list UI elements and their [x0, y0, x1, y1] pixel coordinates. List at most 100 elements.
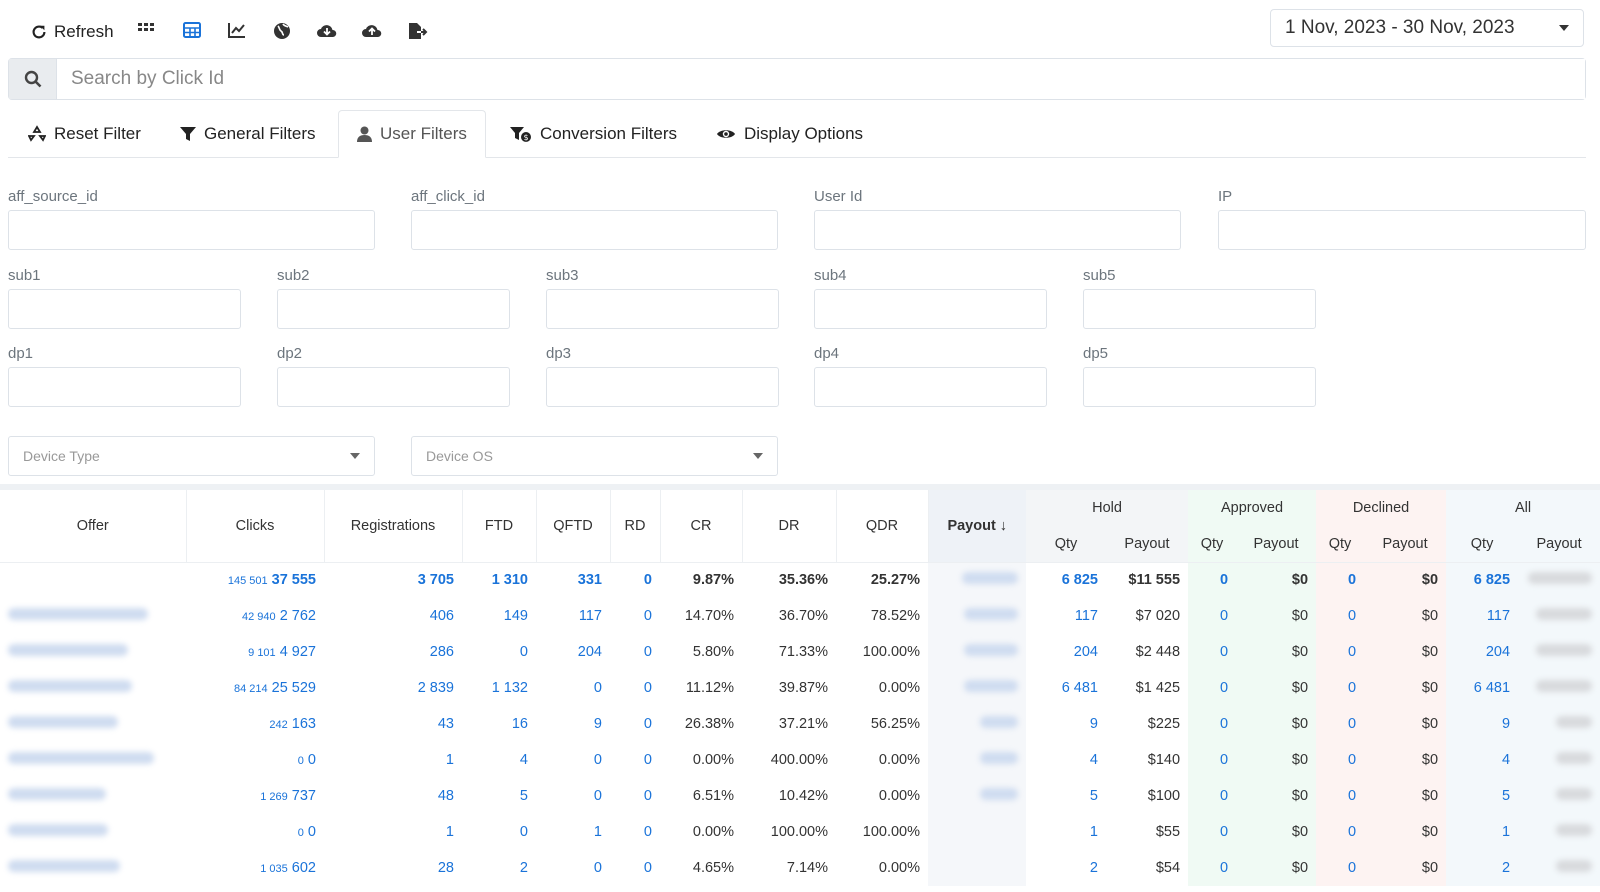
rd-cell[interactable]: 0 [610, 706, 660, 742]
tab-user-filters[interactable]: User Filters [338, 110, 486, 158]
dp2-field[interactable] [277, 367, 510, 407]
approved-qty-cell[interactable]: 0 [1188, 634, 1237, 670]
ftd-cell[interactable]: 2 [462, 850, 536, 886]
sub5-field[interactable] [1083, 289, 1316, 329]
col-hold-qty[interactable]: Qty [1026, 526, 1106, 562]
approved-qty-cell[interactable]: 0 [1188, 706, 1237, 742]
user-id-field[interactable] [814, 210, 1181, 250]
dp1-field[interactable] [8, 367, 241, 407]
approved-qty-cell[interactable]: 0 [1188, 850, 1237, 886]
qftd-cell[interactable]: 0 [536, 850, 610, 886]
all-qty-cell[interactable]: 6 825 [1446, 562, 1519, 598]
col-approved-payout[interactable]: Payout [1236, 526, 1317, 562]
hold-qty-cell[interactable]: 6 481 [1026, 670, 1106, 706]
approved-qty-cell[interactable]: 0 [1188, 778, 1237, 814]
all-qty-cell[interactable]: 4 [1446, 742, 1519, 778]
qftd-cell[interactable]: 0 [536, 742, 610, 778]
download-button[interactable] [316, 22, 338, 38]
qftd-cell[interactable]: 331 [536, 562, 610, 598]
qftd-cell[interactable]: 0 [536, 778, 610, 814]
col-registrations[interactable]: Registrations [324, 490, 463, 562]
registrations-cell[interactable]: 406 [324, 598, 462, 634]
hold-qty-cell[interactable]: 1 [1026, 814, 1106, 850]
registrations-cell[interactable]: 2 839 [324, 670, 462, 706]
hold-qty-cell[interactable]: 117 [1026, 598, 1106, 634]
rd-cell[interactable]: 0 [610, 634, 660, 670]
registrations-cell[interactable]: 1 [324, 742, 462, 778]
ftd-cell[interactable]: 0 [462, 634, 536, 670]
approved-qty-cell[interactable]: 0 [1188, 814, 1237, 850]
rd-cell[interactable]: 0 [610, 850, 660, 886]
tab-conversion-filters[interactable]: $ Conversion Filters [492, 110, 695, 158]
qftd-cell[interactable]: 9 [536, 706, 610, 742]
approved-qty-cell[interactable]: 0 [1188, 562, 1237, 598]
sub2-field[interactable] [277, 289, 510, 329]
geo-view-button[interactable] [273, 22, 291, 40]
col-qftd[interactable]: QFTD [536, 490, 611, 562]
aff-click-id-field[interactable] [411, 210, 778, 250]
all-qty-cell[interactable]: 5 [1446, 778, 1519, 814]
ftd-cell[interactable]: 1 310 [462, 562, 536, 598]
aff-source-id-field[interactable] [8, 210, 375, 250]
all-qty-cell[interactable]: 1 [1446, 814, 1519, 850]
rd-cell[interactable]: 0 [610, 670, 660, 706]
declined-qty-cell[interactable]: 0 [1316, 778, 1365, 814]
qftd-cell[interactable]: 117 [536, 598, 610, 634]
registrations-cell[interactable]: 3 705 [324, 562, 462, 598]
rd-cell[interactable]: 0 [610, 598, 660, 634]
offer-cell[interactable] [0, 814, 186, 850]
hold-qty-cell[interactable]: 5 [1026, 778, 1106, 814]
declined-qty-cell[interactable]: 0 [1316, 706, 1365, 742]
dp5-field[interactable] [1083, 367, 1316, 407]
offer-cell[interactable] [0, 598, 186, 634]
col-ftd[interactable]: FTD [462, 490, 537, 562]
clicks-cell[interactable]: 84 214 25 529 [186, 670, 324, 706]
ftd-cell[interactable]: 5 [462, 778, 536, 814]
qftd-cell[interactable]: 204 [536, 634, 610, 670]
qftd-cell[interactable]: 1 [536, 814, 610, 850]
col-payout-sorted[interactable]: Payout ↓ [928, 490, 1026, 562]
approved-qty-cell[interactable]: 0 [1188, 670, 1237, 706]
all-qty-cell[interactable]: 6 481 [1446, 670, 1519, 706]
refresh-button[interactable]: Refresh [30, 22, 114, 42]
clicks-cell[interactable]: 0 0 [186, 742, 324, 778]
ftd-cell[interactable]: 4 [462, 742, 536, 778]
rd-cell[interactable]: 0 [610, 814, 660, 850]
declined-qty-cell[interactable]: 0 [1316, 670, 1365, 706]
hold-qty-cell[interactable]: 204 [1026, 634, 1106, 670]
clicks-cell[interactable]: 42 940 2 762 [186, 598, 324, 634]
ftd-cell[interactable]: 149 [462, 598, 536, 634]
hold-qty-cell[interactable]: 2 [1026, 850, 1106, 886]
clicks-cell[interactable]: 242 163 [186, 706, 324, 742]
registrations-cell[interactable]: 43 [324, 706, 462, 742]
export-button[interactable] [408, 22, 428, 40]
sub1-field[interactable] [8, 289, 241, 329]
rd-cell[interactable]: 0 [610, 742, 660, 778]
rd-cell[interactable]: 0 [610, 778, 660, 814]
col-qdr[interactable]: QDR [836, 490, 929, 562]
offer-cell[interactable] [0, 778, 186, 814]
search-button[interactable] [9, 59, 57, 99]
col-clicks[interactable]: Clicks [186, 490, 325, 562]
hold-qty-cell[interactable]: 6 825 [1026, 562, 1106, 598]
approved-qty-cell[interactable]: 0 [1188, 598, 1237, 634]
clicks-cell[interactable]: 145 501 37 555 [186, 562, 324, 598]
chart-view-button[interactable] [228, 22, 246, 38]
col-approved-qty[interactable]: Qty [1188, 526, 1237, 562]
col-all-qty[interactable]: Qty [1446, 526, 1519, 562]
offer-cell[interactable] [0, 670, 186, 706]
dp3-field[interactable] [546, 367, 779, 407]
sub4-field[interactable] [814, 289, 1047, 329]
device-os-select[interactable]: Device OS [411, 436, 778, 476]
declined-qty-cell[interactable]: 0 [1316, 598, 1365, 634]
col-offer[interactable]: Offer [0, 490, 187, 562]
qftd-cell[interactable]: 0 [536, 670, 610, 706]
col-declined-qty[interactable]: Qty [1316, 526, 1365, 562]
tab-display-options[interactable]: Display Options [698, 110, 881, 158]
declined-qty-cell[interactable]: 0 [1316, 742, 1365, 778]
tab-general-filters[interactable]: General Filters [162, 110, 333, 158]
clicks-cell[interactable]: 1 035 602 [186, 850, 324, 886]
registrations-cell[interactable]: 28 [324, 850, 462, 886]
date-range-picker[interactable]: 1 Nov, 2023 - 30 Nov, 2023 [1270, 9, 1584, 47]
all-qty-cell[interactable]: 117 [1446, 598, 1519, 634]
